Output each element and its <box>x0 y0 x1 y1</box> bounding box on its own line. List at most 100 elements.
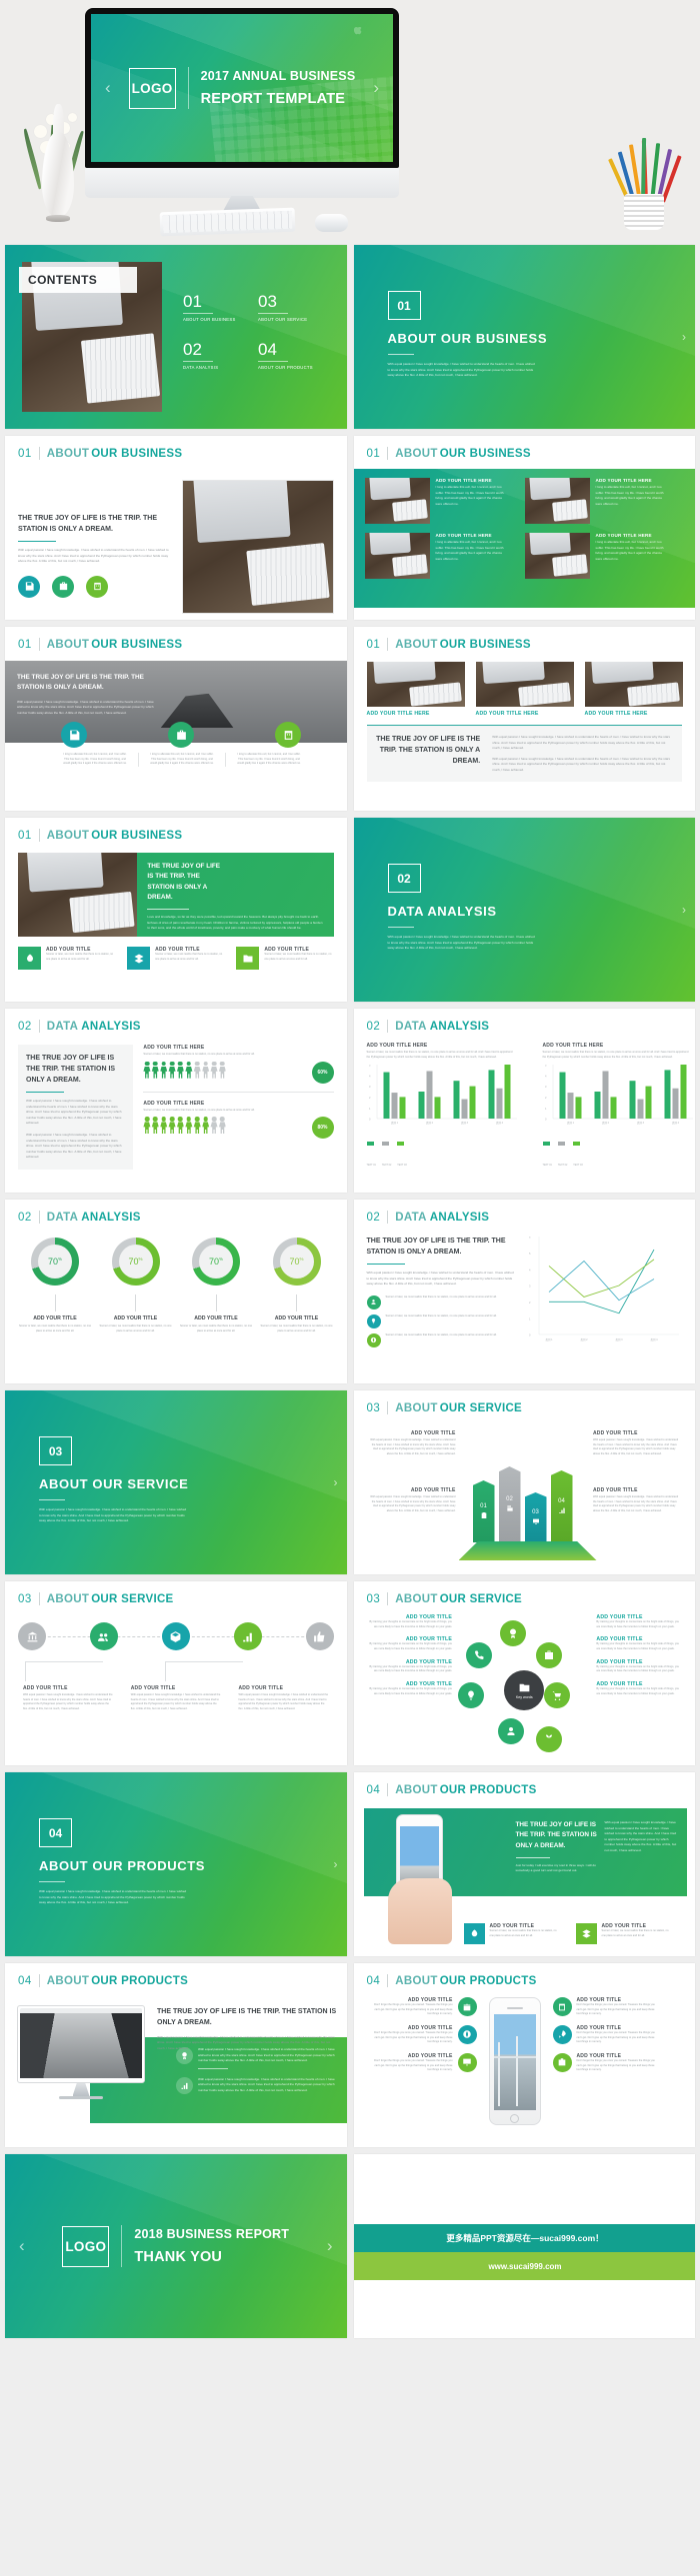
cart-icon[interactable] <box>544 1682 571 1708</box>
slide-business-quote[interactable]: 01 ABOUT OUR BUSINESS THE TRUE JOY OF LI… <box>5 436 347 620</box>
legend-item: TEXT 01 <box>367 1135 376 1171</box>
photo-card[interactable]: ADD YOUR TITLE HERE <box>584 662 683 717</box>
feature-item[interactable]: ADD YOUR TITLE Sooner or later, we must … <box>18 947 115 970</box>
briefcase-icon[interactable] <box>536 1642 563 1668</box>
feature-card[interactable]: ADD YOUR TITLE HERE I long to alleviate … <box>524 478 672 524</box>
slide-section-01[interactable]: 01 ABOUT OUR BUSINESS With equal passion… <box>353 245 695 429</box>
next-arrow-icon[interactable]: › <box>327 2236 333 2256</box>
next-arrow-icon[interactable]: › <box>334 1475 338 1489</box>
slide-data-pictogram[interactable]: 02 DATA ANALYSIS THE TRUE JOY OF LIFE IS… <box>5 1009 347 1193</box>
leaf-icon[interactable] <box>18 947 41 970</box>
feature-item[interactable]: ADD YOUR TITLE Sooner or later, we must … <box>575 1923 674 1944</box>
feature-item[interactable]: ADD YOUR TITLE Sooner or later, we must … <box>127 947 224 970</box>
section-number: 03 <box>48 1443 63 1458</box>
slide-products-desktop[interactable]: 04 ABOUT OUR PRODUCTS With equal passion… <box>5 1963 347 2147</box>
slide-section-03[interactable]: 03 ABOUT OUR SERVICE With equal passion … <box>5 1390 347 1574</box>
bar <box>567 1093 573 1120</box>
timeline-title: ADD YOUR TITLE <box>238 1685 284 1691</box>
header-number: 01 <box>366 638 381 651</box>
svg-text:1: 1 <box>529 1316 531 1320</box>
legend-item: TEXT 03 <box>397 1135 407 1171</box>
feature-item[interactable]: ADD YOUR TITLE Sooner or later, we must … <box>236 947 333 970</box>
next-arrow-icon[interactable]: › <box>682 330 686 344</box>
next-arrow-icon[interactable]: › <box>682 903 686 917</box>
contents-item[interactable]: 02 DATA ANALYSIS <box>183 341 258 370</box>
slide-business-grid[interactable]: 01 ABOUT OUR BUSINESS ADD YOUR TITLE HER… <box>353 436 695 620</box>
slide-business-feature[interactable]: 01 ABOUT OUR BUSINESS THE TRUE JOY OF LI… <box>5 818 347 1002</box>
bar <box>426 1071 432 1120</box>
save-icon[interactable] <box>18 575 40 598</box>
slide-section-04[interactable]: 04 ABOUT OUR PRODUCTS With equal passion… <box>5 1772 347 1956</box>
next-arrow-icon[interactable]: › <box>334 1857 338 1871</box>
bullet-item[interactable]: Sooner or later, we must realize that th… <box>366 1294 517 1309</box>
contents-item[interactable]: 03 ABOUT OUR SERVICE <box>258 293 333 322</box>
phone-icon[interactable] <box>466 1642 493 1668</box>
briefcase-icon[interactable] <box>552 2052 572 2072</box>
slide-business-hero-photo[interactable]: 01 ABOUT OUR BUSINESS THE TRUE JOY OF LI… <box>5 627 347 811</box>
slide-section-02[interactable]: 02 DATA ANALYSIS With equal passion I ha… <box>353 818 695 1002</box>
slide-products-phone[interactable]: 04 ABOUT OUR PRODUCTS THE TRUE JOY OF LI… <box>353 1772 695 1956</box>
chart-icon[interactable] <box>176 2076 193 2094</box>
prev-arrow-icon[interactable]: ‹ <box>19 2236 25 2256</box>
slide-business-three-photos[interactable]: 01 ABOUT OUR BUSINESS ADD YOUR TITLE HER… <box>353 627 695 811</box>
user-icon[interactable] <box>498 1718 525 1744</box>
globe-icon[interactable] <box>457 2024 477 2044</box>
calendar-icon[interactable] <box>275 722 301 748</box>
svg-text:类别 3: 类别 3 <box>636 1121 644 1125</box>
badge-icon[interactable] <box>500 1620 527 1646</box>
slide-data-line[interactable]: 02 DATA ANALYSIS THE TRUE JOY OF LIFE IS… <box>353 1200 695 1383</box>
bullet-item[interactable]: Sooner or later, we must realize that th… <box>366 1313 517 1328</box>
donut-item[interactable]: 70% ADD YOUR TITLE Sooner or later, we mus… <box>99 1238 173 1333</box>
thumbs-up-icon[interactable] <box>305 1622 334 1650</box>
header-strong: OUR BUSINESS <box>439 638 531 651</box>
bulb-icon[interactable] <box>458 1682 485 1708</box>
slide-products-phone-icons[interactable]: 04 ABOUT OUR PRODUCTS ADD YOUR TITLE Don… <box>353 1963 695 2147</box>
briefcase-icon[interactable] <box>52 575 74 598</box>
feature-card[interactable]: ADD YOUR TITLE HERE I long to alleviate … <box>524 533 672 579</box>
pillar-title: ADD YOUR TITLE <box>593 1430 638 1436</box>
slide-service-pillars[interactable]: 03 ABOUT OUR SERVICE ADD YOUR TITLE With… <box>353 1390 695 1574</box>
folder-icon[interactable] <box>236 947 260 970</box>
slide-service-timeline[interactable]: 03 ABOUT OUR SERVICE ADD YOUR TITLE With… <box>5 1581 347 1765</box>
calendar-icon[interactable] <box>86 575 108 598</box>
calendar-icon[interactable] <box>552 1997 572 2016</box>
save-icon[interactable] <box>61 722 87 748</box>
photo-card[interactable]: ADD YOUR TITLE HERE <box>475 662 574 717</box>
slide-data-barcharts[interactable]: 02 DATA ANALYSIS ADD YOUR TITLE HERE Soo… <box>353 1009 695 1193</box>
pictogram-person <box>176 1061 184 1079</box>
leaf-icon[interactable] <box>463 1923 485 1944</box>
people-icon[interactable] <box>89 1622 118 1650</box>
slide-contents[interactable]: CONTENTS 01 ABOUT OUR BUSINESS 03 ABOUT … <box>5 245 347 429</box>
donut-item[interactable]: 70% ADD YOUR TITLE Sooner or later, we mus… <box>179 1238 253 1333</box>
bullet-item[interactable]: Sooner or later, we must realize that th… <box>366 1332 517 1347</box>
plant-icon[interactable] <box>536 1726 563 1752</box>
vase-decoration <box>21 104 88 224</box>
chart-icon[interactable] <box>233 1622 262 1650</box>
donut-item[interactable]: 70% ADD YOUR TITLE Sooner or later, we mus… <box>18 1238 92 1333</box>
radial-body: By training your thoughts to concentrate… <box>369 1664 453 1673</box>
bank-icon[interactable] <box>18 1622 46 1650</box>
contents-item[interactable]: 01 ABOUT OUR BUSINESS <box>183 293 258 322</box>
feature-card[interactable]: ADD YOUR TITLE HERE I long to alleviate … <box>364 478 512 524</box>
timeline-caption: ADD YOUR TITLE With equal passion I have… <box>23 1685 113 1712</box>
layers-icon[interactable] <box>575 1923 597 1944</box>
bar <box>637 1099 643 1120</box>
gift-icon[interactable] <box>457 1997 477 2016</box>
layers-icon[interactable] <box>127 947 151 970</box>
slide-thank-you[interactable]: LOGO 2018 BUSINESS REPORT THANK YOU ‹ › <box>5 2154 347 2338</box>
photo-card[interactable]: ADD YOUR TITLE HERE <box>366 662 465 717</box>
feature-item[interactable]: ADD YOUR TITLE Sooner or later, we must … <box>463 1923 562 1944</box>
pictogram-person <box>168 1061 176 1079</box>
monitor-icon[interactable] <box>457 2052 477 2072</box>
slide-service-radial[interactable]: 03 ABOUT OUR SERVICE ADD YOUR TITLE By t… <box>353 1581 695 1765</box>
donut-item[interactable]: 70% ADD YOUR TITLE Sooner or later, we mus… <box>260 1238 334 1333</box>
feature-card[interactable]: ADD YOUR TITLE HERE I long to alleviate … <box>364 533 512 579</box>
slide-data-donuts[interactable]: 02 DATA ANALYSIS 70% ADD YOUR TITLE Sooner… <box>5 1200 347 1383</box>
slide-promo[interactable]: 更多精品PPT资源尽在—sucai999.com！ www.sucai999.c… <box>353 2154 695 2338</box>
briefcase-icon[interactable] <box>168 722 194 748</box>
key-words-node[interactable]: Key words <box>504 1670 545 1710</box>
rocket-icon[interactable] <box>552 2024 572 2044</box>
contents-item[interactable]: 04 ABOUT OUR PRODUCTS <box>258 341 333 370</box>
pictogram-person <box>202 1117 210 1135</box>
box-icon[interactable] <box>161 1622 190 1650</box>
